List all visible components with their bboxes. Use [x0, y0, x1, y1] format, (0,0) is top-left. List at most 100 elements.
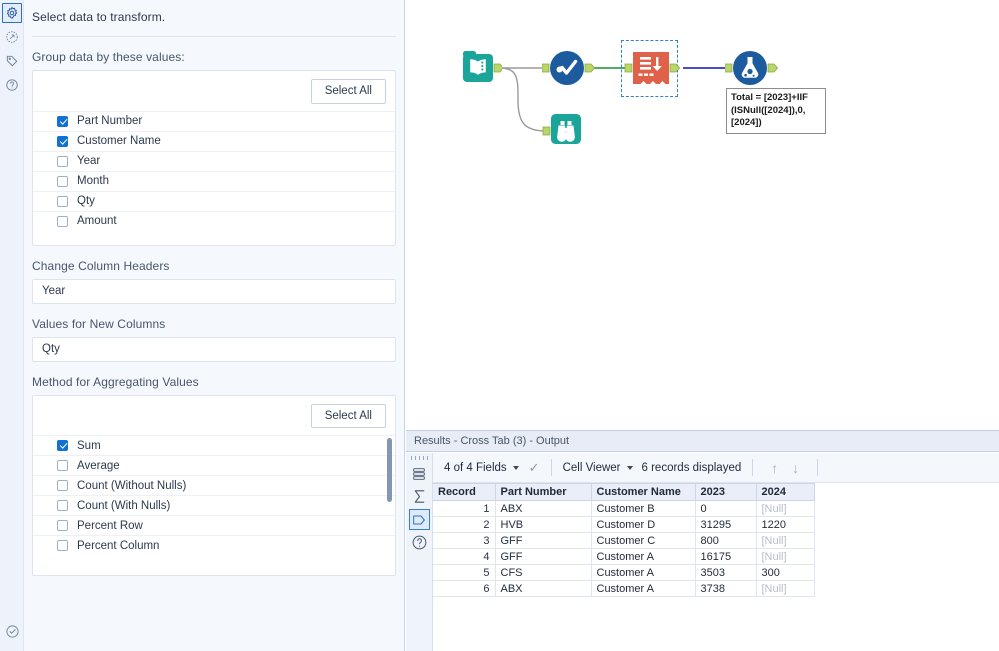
cell-2023: 31295	[695, 517, 756, 533]
view-mode-selector[interactable]: Cell Viewer	[563, 462, 633, 474]
sigma-icon[interactable]	[409, 486, 430, 507]
checkbox-icon[interactable]	[57, 520, 68, 531]
workflow-canvas[interactable]: Total = [2023]+IIF (ISNull([2024]),0, [2…	[406, 0, 999, 430]
cell-record: 5	[433, 565, 495, 581]
aggregate-list-scrollbar[interactable]	[387, 438, 392, 502]
group-field-customer-name[interactable]: Customer Name	[33, 131, 395, 151]
column-header-record[interactable]: Record	[433, 484, 495, 501]
chevron-down-icon	[513, 466, 519, 470]
cell-part-number: CFS	[495, 565, 591, 581]
aggregate-method-count-with-nulls[interactable]: Count (With Nulls)	[33, 495, 395, 515]
group-selectall-row: Select All	[33, 71, 395, 111]
aggregate-method-percent-row[interactable]: Percent Row	[33, 515, 395, 535]
fields-label: 4 of 4 Fields	[444, 462, 507, 474]
checkbox-icon[interactable]	[57, 440, 68, 451]
table-row[interactable]: 6 ABX Customer A 3738 [Null]	[433, 581, 814, 597]
question-icon[interactable]	[2, 75, 22, 95]
annotation-line-2: (ISNull([2024]),0,	[731, 105, 821, 118]
aggregate-method-label: Count (With Nulls)	[77, 500, 170, 512]
group-field-label: Year	[77, 155, 100, 167]
results-tool-strip	[406, 453, 433, 651]
group-field-label: Amount	[77, 215, 117, 227]
records-icon[interactable]	[409, 463, 430, 484]
checkbox-icon[interactable]	[57, 460, 68, 471]
aggregate-method-percent-column[interactable]: Percent Column	[33, 535, 395, 555]
aggregate-method-label: Average	[77, 460, 120, 472]
group-field-month[interactable]: Month	[33, 171, 395, 191]
checkbox-icon[interactable]	[57, 216, 68, 227]
table-row[interactable]: 4 GFF Customer A 16175 [Null]	[433, 549, 814, 565]
group-field-amount[interactable]: Amount	[33, 211, 395, 231]
view-mode-label: Cell Viewer	[563, 462, 621, 474]
results-titlebar[interactable]: Results - Cross Tab (3) - Output	[406, 431, 999, 452]
cell-2023: 3503	[695, 565, 756, 581]
table-header-row: Record Part Number Customer Name 2023 20…	[433, 484, 814, 501]
scroll-up-icon[interactable]: ↑	[771, 460, 778, 476]
cell-2024: 300	[756, 565, 814, 581]
fields-selector[interactable]: 4 of 4 Fields	[444, 462, 519, 474]
column-header-customer-name[interactable]: Customer Name	[591, 484, 695, 501]
values-for-new-columns-select[interactable]: Qty	[32, 337, 396, 362]
table-row[interactable]: 2 HVB Customer D 31295 1220	[433, 517, 814, 533]
checkbox-icon[interactable]	[57, 136, 68, 147]
scroll-down-icon[interactable]: ↓	[792, 460, 799, 476]
aggregate-method-count-without-nulls[interactable]: Count (Without Nulls)	[33, 475, 395, 495]
values-for-new-columns-value: Qty	[42, 343, 60, 355]
checkbox-icon[interactable]	[57, 480, 68, 491]
column-header-2023[interactable]: 2023	[695, 484, 756, 501]
tag-icon[interactable]	[2, 51, 22, 71]
table-row[interactable]: 5 CFS Customer A 3503 300	[433, 565, 814, 581]
cell-part-number: HVB	[495, 517, 591, 533]
toolbar-separator	[817, 459, 818, 476]
column-header-part-number[interactable]: Part Number	[495, 484, 591, 501]
values-for-new-columns-label: Values for New Columns	[24, 304, 404, 337]
aggregate-method-label: Percent Column	[77, 540, 159, 552]
aggregate-select-all-button[interactable]: Select All	[311, 404, 386, 429]
select-tool[interactable]	[542, 48, 600, 95]
cell-2024: [Null]	[756, 533, 814, 549]
group-field-year[interactable]: Year	[33, 151, 395, 171]
checkbox-icon[interactable]	[57, 156, 68, 167]
change-column-headers-label: Change Column Headers	[24, 246, 404, 279]
target-icon[interactable]	[2, 27, 22, 47]
group-field-qty[interactable]: Qty	[33, 191, 395, 211]
input-data-tool[interactable]	[460, 48, 502, 95]
cell-2023: 3738	[695, 581, 756, 597]
aggregate-method-average[interactable]: Average	[33, 455, 395, 475]
group-field-label: Part Number	[77, 115, 142, 127]
cell-customer-name: Customer A	[591, 549, 695, 565]
checkbox-icon[interactable]	[57, 116, 68, 127]
fields-applied-check-icon[interactable]: ✓	[529, 460, 540, 476]
cross-tab-tool[interactable]	[620, 46, 688, 97]
metadata-icon[interactable]	[409, 509, 430, 530]
chevron-down-icon	[375, 339, 388, 352]
cell-record: 1	[433, 501, 495, 517]
group-select-all-button[interactable]: Select All	[311, 79, 386, 104]
change-column-headers-select[interactable]: Year	[32, 279, 396, 304]
checkbox-icon[interactable]	[57, 500, 68, 511]
group-data-label: Group data by these values:	[24, 37, 404, 70]
checkbox-icon[interactable]	[57, 196, 68, 207]
table-row[interactable]: 1 ABX Customer B 0 [Null]	[433, 501, 814, 517]
formula-annotation: Total = [2023]+IIF (ISNull([2024]),0, [2…	[726, 88, 826, 134]
column-header-2024[interactable]: 2024	[756, 484, 814, 501]
drag-handle-icon[interactable]	[411, 456, 428, 461]
cell-2023: 0	[695, 501, 756, 517]
results-panel: Results - Cross Tab (3) - Output	[406, 430, 999, 651]
table-row[interactable]: 3 GFF Customer C 800 [Null]	[433, 533, 814, 549]
checkbox-icon[interactable]	[57, 540, 68, 551]
cell-part-number: GFF	[495, 533, 591, 549]
check-circle-icon[interactable]	[2, 621, 22, 641]
group-field-part-number[interactable]: Part Number	[33, 111, 395, 131]
cell-2024: [Null]	[756, 581, 814, 597]
configuration-panel: Select data to transform. Group data by …	[24, 0, 405, 651]
checkbox-icon[interactable]	[57, 176, 68, 187]
configuration-icon[interactable]	[2, 3, 22, 23]
aggregate-method-label: Count (Without Nulls)	[77, 480, 186, 492]
toolbar-separator	[551, 459, 552, 476]
group-field-label: Customer Name	[77, 135, 161, 147]
aggregate-method-sum[interactable]: Sum	[33, 435, 395, 455]
results-help-icon[interactable]	[409, 532, 430, 553]
browse-tool[interactable]	[541, 111, 587, 158]
results-table: Record Part Number Customer Name 2023 20…	[433, 483, 815, 597]
